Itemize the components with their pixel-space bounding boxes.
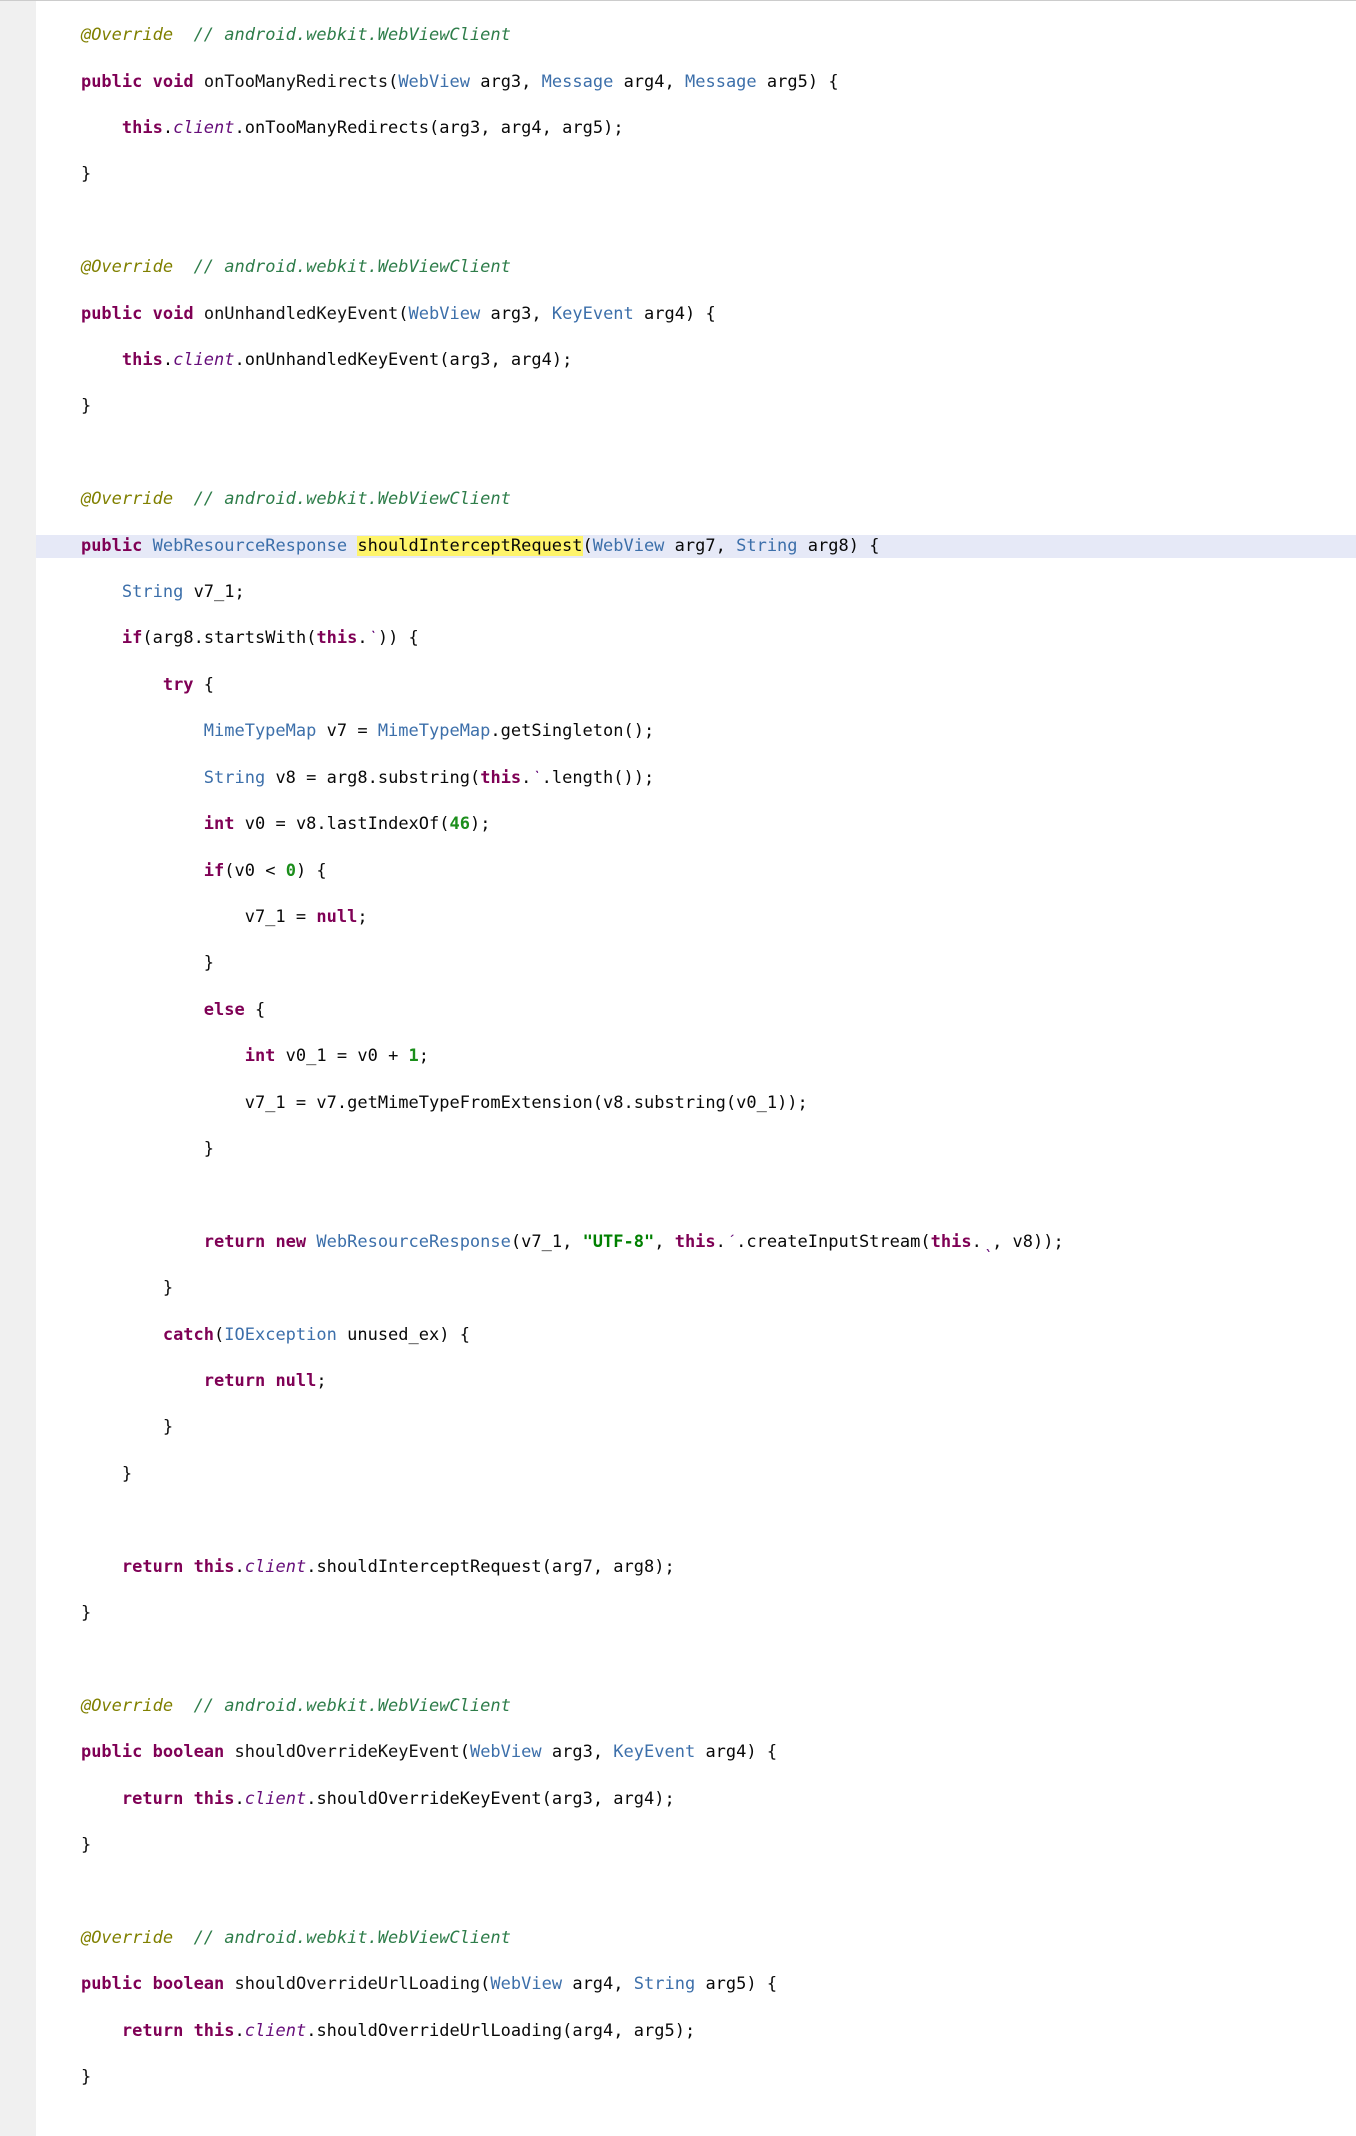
comment: // android.webkit.WebViewClient (194, 25, 511, 45)
gutter (0, 1, 36, 2136)
kw-public: public (81, 72, 142, 92)
method-name: onTooManyRedirects (204, 72, 388, 92)
code-editor-pane: @Override // android.webkit.WebViewClien… (0, 0, 1356, 2136)
annotation: @Override (81, 25, 173, 45)
highlighted-method: shouldInterceptRequest (357, 536, 582, 556)
code-area[interactable]: @Override // android.webkit.WebViewClien… (36, 1, 1356, 2136)
kw-void: void (153, 72, 194, 92)
highlighted-line: public WebResourceResponse shouldInterce… (36, 535, 1356, 558)
